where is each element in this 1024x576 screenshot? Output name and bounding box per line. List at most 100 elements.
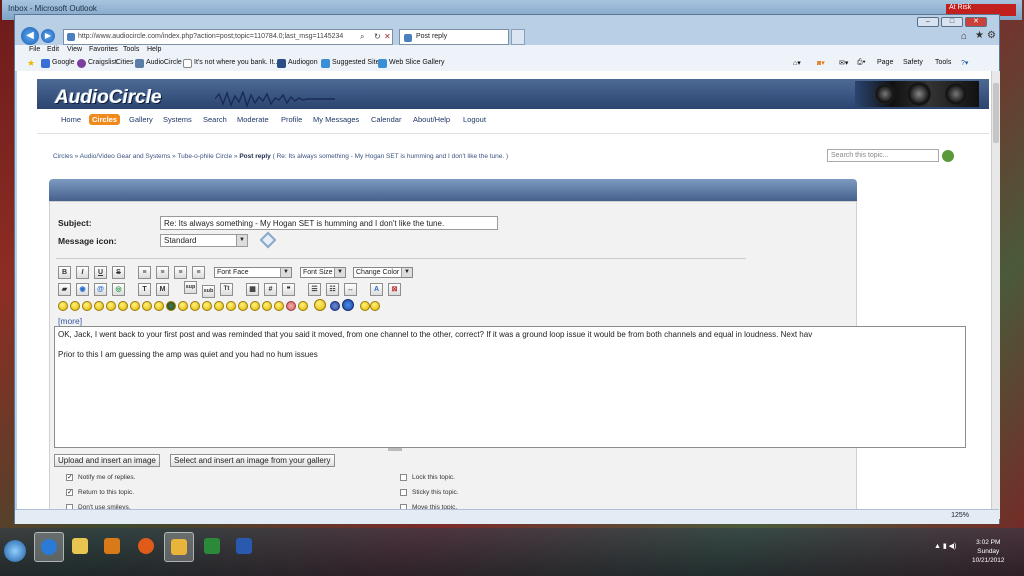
refresh-icon[interactable]: ↻ [374, 32, 381, 41]
huh-icon[interactable] [154, 301, 164, 311]
teletype-button[interactable]: Tt [220, 283, 233, 296]
menu-edit[interactable]: Edit [47, 46, 59, 53]
horizontal-rule-icon[interactable]: ↔ [344, 283, 357, 296]
italic-button[interactable]: I [76, 266, 89, 279]
table-icon[interactable]: ▦ [246, 283, 259, 296]
smiley-icon[interactable] [58, 301, 68, 311]
laugh-icon[interactable] [286, 301, 296, 311]
nav-home[interactable]: Home [61, 115, 81, 124]
nav-moderate[interactable]: Moderate [237, 115, 269, 124]
taskbar-ie[interactable] [34, 532, 64, 562]
home-icon[interactable]: ⌂ [961, 31, 967, 42]
nav-calendar[interactable]: Calendar [371, 115, 401, 124]
nav-my-messages[interactable]: My Messages [313, 115, 359, 124]
code-icon[interactable]: # [264, 283, 277, 296]
page-scrollbar[interactable] [991, 71, 1000, 519]
address-bar[interactable]: http://www.audiocircle.com/index.php?act… [63, 29, 393, 45]
search-topic-input[interactable]: Search this topic... [827, 149, 939, 162]
change-color-select[interactable]: Change Color ▼ [353, 267, 413, 278]
help-icon[interactable]: ?▾ [961, 59, 968, 67]
email-icon[interactable]: @ [94, 283, 107, 296]
nav-systems[interactable]: Systems [163, 115, 192, 124]
search-icon[interactable]: ⌕ [360, 32, 364, 42]
cheesy-icon[interactable] [82, 301, 92, 311]
scratch-icon[interactable] [330, 301, 340, 311]
stop-icon[interactable]: ✕ [384, 32, 391, 41]
preformat-icon[interactable]: ≡ [138, 266, 151, 279]
menu-view[interactable]: View [67, 46, 82, 53]
subscript-button[interactable]: sub [202, 285, 215, 298]
subject-input[interactable]: Re: Its always something - My Hogan SET … [160, 216, 498, 230]
menu-tools[interactable]: Tools [123, 46, 139, 53]
search-go-icon[interactable] [942, 150, 954, 162]
mail-icon[interactable]: ✉▾ [839, 59, 848, 67]
nav-search[interactable]: Search [203, 115, 227, 124]
grin-icon[interactable] [94, 301, 104, 311]
nav-circles[interactable]: Circles [89, 114, 121, 125]
upload-image-button[interactable]: Upload and insert an image [54, 454, 160, 467]
nav-gallery[interactable]: Gallery [129, 115, 153, 124]
lips-sealed-icon[interactable] [202, 301, 212, 311]
smileys-icon[interactable] [342, 299, 354, 311]
strike-button[interactable]: S [112, 266, 125, 279]
start-button[interactable] [4, 540, 26, 562]
breadcrumb-audio-video[interactable]: Audio/Video Gear and Systems [80, 153, 171, 160]
menu-favorites[interactable]: Favorites [89, 46, 118, 53]
more-smileys-link[interactable]: [more] [58, 316, 82, 326]
cool-icon[interactable] [142, 301, 152, 311]
menu-page[interactable]: Page [877, 59, 893, 66]
taskbar-media-player[interactable] [98, 532, 126, 560]
message-textarea[interactable]: OK, Jack, I went back to your first post… [54, 326, 966, 448]
angry-icon[interactable] [106, 301, 116, 311]
favorites-star-icon[interactable]: ★ [975, 30, 984, 41]
bullet-list-icon[interactable]: ☰ [308, 283, 321, 296]
cry-icon[interactable] [238, 301, 248, 311]
align-center-icon[interactable]: ≡ [174, 266, 187, 279]
zoom-level[interactable]: 125% [951, 512, 969, 519]
undecided-icon[interactable] [214, 301, 224, 311]
toggle-view-icon[interactable]: ⊠ [388, 283, 401, 296]
gallery-image-button[interactable]: Select and insert an image from your gal… [170, 454, 335, 467]
new-tab-button[interactable] [511, 29, 525, 45]
menu-tools-cmd[interactable]: Tools [935, 59, 951, 66]
return-checkbox[interactable]: ✓ [66, 489, 73, 496]
taskbar-explorer[interactable] [66, 532, 94, 560]
back-button[interactable]: ◀ [21, 27, 39, 45]
evil-icon[interactable] [250, 301, 260, 311]
sad-icon[interactable] [118, 301, 128, 311]
menu-file[interactable]: File [29, 46, 40, 53]
image-icon[interactable]: ◉ [76, 283, 89, 296]
feeds-icon[interactable]: ◙▾ [817, 59, 825, 67]
wink-icon[interactable] [70, 301, 80, 311]
nav-profile[interactable]: Profile [281, 115, 302, 124]
kiss-icon[interactable] [226, 301, 236, 311]
menu-help[interactable]: Help [147, 46, 161, 53]
forward-button[interactable]: ▶ [41, 29, 55, 43]
notify-checkbox[interactable]: ✓ [66, 474, 73, 481]
tongue-icon[interactable] [178, 301, 188, 311]
marquee-icon[interactable]: M [156, 283, 169, 296]
home-dropdown-icon[interactable]: ⌂▾ [793, 59, 801, 67]
tab-post-reply[interactable]: Post reply [399, 29, 509, 45]
quote-icon[interactable]: ❝ [282, 283, 295, 296]
message-icon-select[interactable]: Standard ▼ [160, 234, 248, 247]
breadcrumb-circles[interactable]: Circles [53, 153, 73, 160]
bold-button[interactable]: B [58, 266, 71, 279]
thumbsup-icon[interactable] [360, 301, 370, 311]
embarrassed-icon[interactable] [190, 301, 200, 311]
breadcrumb-tube-o-phile[interactable]: Tube-o-phile Circle [177, 153, 232, 160]
nav-about-help[interactable]: About/Help [413, 115, 450, 124]
afro-icon[interactable] [274, 301, 284, 311]
link-icon[interactable]: ◎ [112, 283, 125, 296]
thumbs-icon[interactable] [298, 301, 308, 311]
site-logo[interactable]: AudioCircle [55, 87, 162, 109]
tools-gear-icon[interactable]: ⚙ [987, 30, 996, 41]
system-tray-icons[interactable]: ▲ ▮ ◀) [934, 542, 956, 550]
dance-icon[interactable] [370, 301, 380, 311]
teletype-icon[interactable]: T [138, 283, 151, 296]
remove-format-icon[interactable]: A [370, 283, 383, 296]
nav-logout[interactable]: Logout [463, 115, 486, 124]
menu-safety[interactable]: Safety [903, 59, 923, 66]
font-face-select[interactable]: Font Face ▼ [214, 267, 292, 278]
align-left-icon[interactable]: ≡ [156, 266, 169, 279]
